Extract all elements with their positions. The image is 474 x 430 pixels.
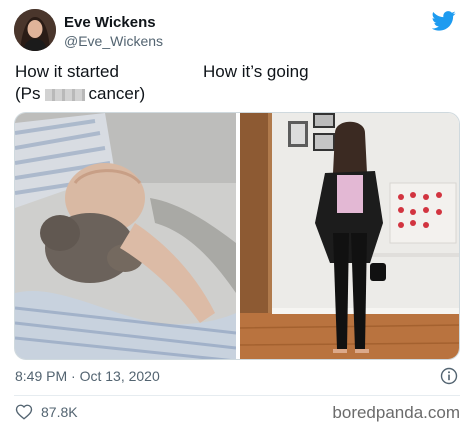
media-images xyxy=(15,113,460,360)
caption-ps-start: (Ps xyxy=(15,84,41,103)
display-name[interactable]: Eve Wickens xyxy=(64,14,156,31)
tweet-header: Eve Wickens @Eve_Wickens xyxy=(14,9,460,55)
caption-how-it-started: How it started xyxy=(15,62,119,81)
watermark: boredpanda.com xyxy=(332,403,460,422)
avatar-image xyxy=(14,9,56,51)
like-button[interactable]: 87.8K xyxy=(15,402,78,422)
photo-how-it-started[interactable] xyxy=(15,113,237,360)
censored-word xyxy=(44,88,85,101)
twitter-bird-icon[interactable] xyxy=(432,11,456,31)
photo-how-its-going[interactable] xyxy=(239,113,460,360)
info-icon[interactable] xyxy=(440,367,458,385)
tweet-timestamp[interactable]: 8:49 PM · Oct 13, 2020 xyxy=(15,368,160,384)
caption-ps-end: cancer) xyxy=(88,84,146,103)
heart-icon xyxy=(15,404,33,420)
like-count: 87.8K xyxy=(41,404,78,420)
divider xyxy=(14,395,460,396)
caption-ps-line: (Ps cancer) xyxy=(15,83,145,105)
tweet-media[interactable] xyxy=(14,112,460,360)
caption-how-its-going: How it’s going xyxy=(203,62,309,81)
user-handle[interactable]: @Eve_Wickens xyxy=(64,33,163,49)
avatar[interactable] xyxy=(14,9,56,51)
